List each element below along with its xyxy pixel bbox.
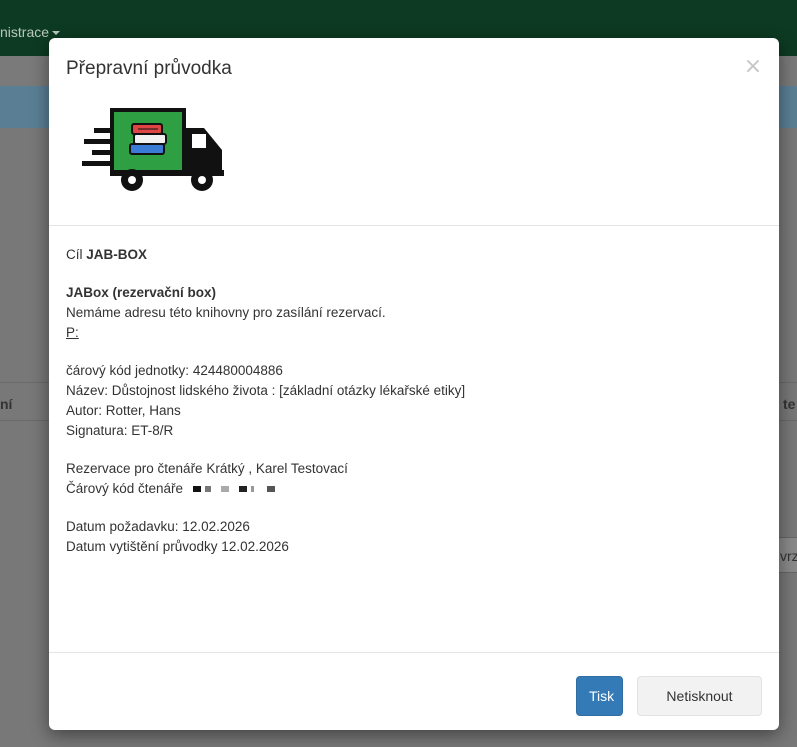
transport-slip-modal: Přepravní průvodka × Cíl JAB-BOX JABox (… xyxy=(49,38,779,730)
print-date: Datum vytištění průvodky 12.02.2026 xyxy=(66,539,289,554)
reader-barcode-line: Čárový kód čtenáře xyxy=(66,479,756,499)
table-header-left: ní xyxy=(0,396,13,412)
modal-title: Přepravní průvodka xyxy=(66,58,232,79)
do-not-print-button[interactable]: Netisknout xyxy=(637,676,762,716)
caret-down-icon xyxy=(52,31,61,35)
target-value: JAB-BOX xyxy=(86,247,148,262)
p-label: P: xyxy=(66,325,79,340)
library-name: JABox (rezervační box) xyxy=(66,285,217,300)
item-signature: Signatura: ET-8/R xyxy=(66,423,174,438)
modal-footer: Tisk Netisknout xyxy=(49,652,779,730)
print-button[interactable]: Tisk xyxy=(576,676,623,716)
item-author: Autor: Rotter, Hans xyxy=(66,403,181,418)
item-title: Název: Důstojnost lidského života : [zák… xyxy=(66,383,466,398)
reader-barcode-label: Čárový kód čtenáře xyxy=(66,481,184,496)
reader-barcode-icon xyxy=(191,484,301,494)
table-header-right: te xyxy=(783,396,796,412)
target-prefix: Cíl xyxy=(66,247,83,262)
target-line: Cíl JAB-BOX xyxy=(66,245,756,265)
no-address-text: Nemáme adresu této knihovny pro zasílání… xyxy=(66,305,386,320)
close-button[interactable]: × xyxy=(742,56,764,78)
reservation-line: Rezervace pro čtenáře Krátký , Karel Tes… xyxy=(66,461,348,476)
modal-header: Přepravní průvodka × xyxy=(49,38,779,226)
request-date: Datum požadavku: 12.02.2026 xyxy=(66,519,250,534)
nav-administration-label: nistrace xyxy=(0,24,50,40)
truck-books-icon xyxy=(82,108,224,191)
item-barcode: čárový kód jednotky: 424480004886 xyxy=(66,363,283,378)
modal-body: Cíl JAB-BOX JABox (rezervační box) Nemám… xyxy=(66,245,756,557)
